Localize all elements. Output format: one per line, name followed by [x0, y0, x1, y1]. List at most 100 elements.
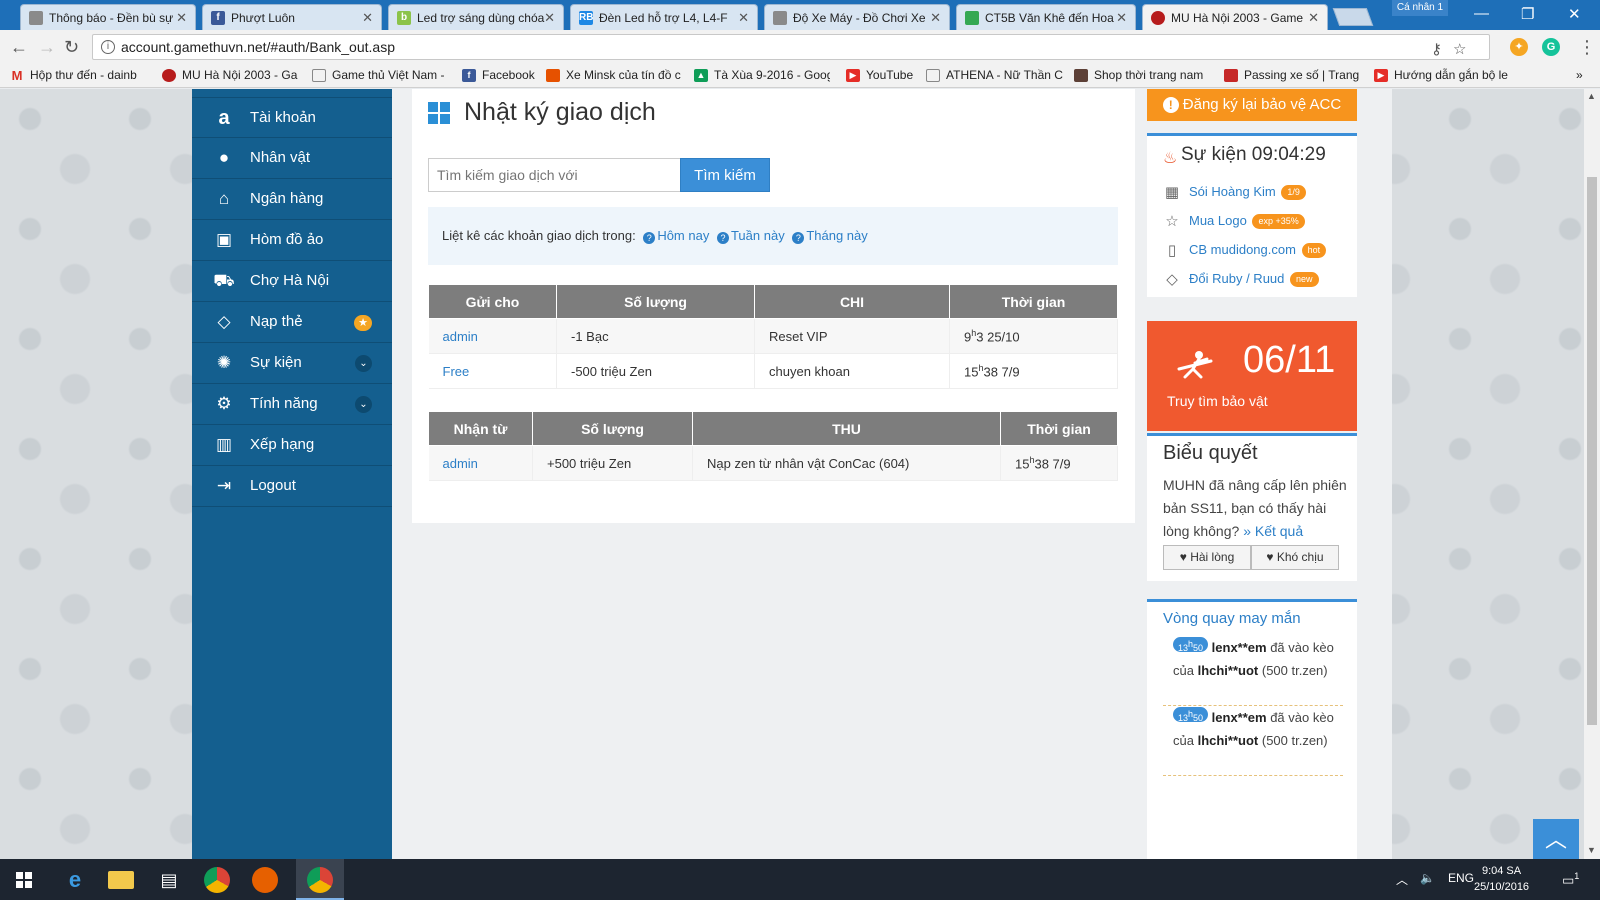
- scrollbar-thumb[interactable]: [1587, 177, 1597, 725]
- sidebar-item-xep-hang[interactable]: ▥ Xếp hạng: [192, 425, 392, 466]
- bookmark[interactable]: ▲ Tà Xùa 9-2016 - Goog: [694, 68, 830, 82]
- browser-tab-active[interactable]: MU Hà Nội 2003 - Game ✕: [1142, 4, 1328, 30]
- browser-tab[interactable]: Thông báo - Đền bù sự ✕: [20, 4, 196, 30]
- close-tab-icon[interactable]: ✕: [176, 10, 187, 26]
- search-input[interactable]: [428, 158, 680, 192]
- close-window-icon[interactable]: ✕: [1568, 5, 1581, 23]
- volume-icon[interactable]: 🔈: [1420, 871, 1435, 885]
- doc-icon: [29, 11, 43, 25]
- column-header: CHI: [754, 284, 950, 319]
- browser-tab[interactable]: CT5B Văn Khê đến Hoa ✕: [956, 4, 1136, 30]
- event-link[interactable]: ◇ Đổi Ruby / Ruud new: [1163, 271, 1319, 288]
- sender-link[interactable]: admin: [428, 445, 533, 481]
- recipient-link[interactable]: Free: [428, 353, 557, 389]
- bookmarks-overflow-icon[interactable]: »: [1576, 68, 1583, 82]
- doc-icon: [773, 11, 787, 25]
- sidebar-item-hom-do-ao[interactable]: ▣ Hòm đồ ảo: [192, 220, 392, 261]
- ninja-icon: [1177, 351, 1213, 379]
- forward-arrow-icon[interactable]: →: [38, 38, 56, 56]
- scroll-down-icon[interactable]: ▼: [1587, 845, 1596, 855]
- sidebar-item-nap-the[interactable]: ◇ Nạp thẻ ★: [192, 302, 392, 343]
- chrome-icon[interactable]: [204, 867, 230, 893]
- reload-icon[interactable]: ↻: [64, 38, 79, 56]
- poll-no-button[interactable]: ♥ Khó chịu: [1251, 545, 1339, 570]
- event-link[interactable]: ☆ Mua Logo exp +35%: [1163, 213, 1305, 230]
- menu-dots-icon[interactable]: ⋮: [1578, 38, 1596, 56]
- event-link[interactable]: ▦ Sói Hoàng Kim 1/9: [1163, 184, 1306, 201]
- column-header: THU: [692, 411, 1001, 446]
- chevron-down-icon[interactable]: ⌄: [355, 396, 372, 413]
- event-link[interactable]: ▯ CB mudidong.com hot: [1163, 242, 1327, 259]
- poll-question: MUHN đã nâng cấp lên phiên bản SS11, bạn…: [1163, 477, 1347, 539]
- sidebar-item-nhan-vat[interactable]: ● Nhân vật: [192, 138, 392, 179]
- profile-button[interactable]: Cá nhân 1: [1392, 0, 1448, 16]
- info-icon[interactable]: i: [101, 40, 115, 54]
- bookmark[interactable]: Passing xe số | Trang: [1224, 68, 1362, 82]
- grammarly-icon[interactable]: G: [1542, 38, 1560, 56]
- close-tab-icon[interactable]: ✕: [738, 10, 749, 26]
- bookmark[interactable]: ▶ Hướng dẫn gắn bộ le: [1374, 68, 1524, 82]
- sidebar-item-tinh-nang[interactable]: ⚙ Tính năng ⌄: [192, 384, 392, 425]
- poll-yes-button[interactable]: ♥ Hài lòng: [1163, 545, 1251, 570]
- passing-icon: [1224, 69, 1238, 82]
- bookmark[interactable]: Xe Minsk của tín đồ c: [546, 68, 682, 82]
- filter-box: Liệt kê các khoản giao dịch trong: ? Hôm …: [428, 207, 1118, 265]
- browser-tab[interactable]: Độ Xe Máy - Đồ Chơi Xe ✕: [764, 4, 950, 30]
- bank-icon: ⌂: [218, 189, 230, 208]
- scroll-to-top-button[interactable]: ︿: [1533, 819, 1579, 859]
- sidebar-item-ngan-hang[interactable]: ⌂ Ngân hàng: [192, 179, 392, 220]
- windows-start-icon[interactable]: [16, 872, 32, 888]
- close-tab-icon[interactable]: ✕: [544, 10, 555, 26]
- browser-tab[interactable]: b Led trợ sáng dùng chóa ✕: [388, 4, 564, 30]
- maps-icon: [965, 11, 979, 25]
- bookmark[interactable]: M Hộp thư đến - dainb: [10, 68, 150, 82]
- scroll-up-icon[interactable]: ▲: [1587, 91, 1596, 101]
- register-acc-protection-button[interactable]: ! Đăng ký lại bảo vệ ACC: [1147, 89, 1357, 121]
- sidebar-item-cho-ha-noi[interactable]: ⛟ Chợ Hà Nội: [192, 261, 392, 302]
- fire-icon: ♨: [1163, 150, 1178, 167]
- filter-month-link[interactable]: ? Tháng này: [792, 228, 868, 244]
- extension-icon[interactable]: ✦: [1510, 38, 1528, 56]
- bookmark[interactable]: MU Hà Nội 2003 - Ga: [162, 68, 298, 82]
- tray-chevron-up-icon[interactable]: ︿: [1396, 871, 1408, 888]
- close-tab-icon[interactable]: ✕: [1308, 10, 1319, 26]
- browser-tab[interactable]: RB Đèn Led hỗ trợ L4, L4-F ✕: [570, 4, 758, 30]
- address-bar[interactable]: i account.gamethuvn.net/#auth/Bank_out.a…: [92, 34, 1490, 60]
- search-button[interactable]: Tìm kiếm: [680, 158, 770, 192]
- bookmark[interactable]: Game thủ Việt Nam -: [312, 68, 448, 82]
- close-tab-icon[interactable]: ✕: [930, 10, 941, 26]
- key-icon[interactable]: ⚷: [1431, 38, 1442, 62]
- poll-results-link[interactable]: » Kết quả: [1243, 523, 1303, 539]
- sidebar-item-logout[interactable]: ⇥ Logout: [192, 466, 392, 507]
- recipient-link[interactable]: admin: [428, 318, 557, 354]
- minimize-icon[interactable]: —: [1474, 5, 1489, 22]
- bookmark-star-icon[interactable]: ☆: [1453, 38, 1466, 62]
- taskbar-clock[interactable]: 9:04 SA 25/10/2016: [1474, 863, 1529, 895]
- sidebar-item-tai-khoan[interactable]: a Tài khoản: [192, 97, 392, 138]
- new-tab-button[interactable]: [1332, 8, 1374, 26]
- filter-today-link[interactable]: ? Hôm nay: [643, 228, 709, 244]
- bookmark[interactable]: Shop thời trang nam: [1074, 68, 1214, 82]
- firefox-icon[interactable]: [252, 867, 278, 893]
- file-explorer-icon[interactable]: [108, 871, 134, 889]
- back-arrow-icon[interactable]: ←: [10, 38, 28, 56]
- page-scrollbar[interactable]: ▲ ▼: [1584, 89, 1600, 859]
- browser-tab[interactable]: f Phượt Luôn ✕: [202, 4, 382, 30]
- edge-icon[interactable]: e: [62, 867, 88, 893]
- treasure-hunt-card[interactable]: 06/11 Truy tìm bảo vật: [1147, 321, 1357, 431]
- close-tab-icon[interactable]: ✕: [1116, 10, 1127, 26]
- close-tab-icon[interactable]: ✕: [362, 10, 373, 26]
- bookmark[interactable]: f Facebook: [462, 68, 542, 82]
- event-badge: new: [1290, 272, 1319, 287]
- filter-week-link[interactable]: ? Tuần này: [716, 228, 785, 244]
- store-icon[interactable]: ▤: [156, 867, 182, 893]
- maximize-icon[interactable]: ❐: [1521, 5, 1534, 23]
- sidebar-item-su-kien[interactable]: ✺ Sự kiện ⌄: [192, 343, 392, 384]
- bookmark[interactable]: ATHENA - Nữ Thần C: [926, 68, 1066, 82]
- user-icon: ●: [218, 148, 230, 167]
- taskbar-active-app[interactable]: [296, 859, 344, 900]
- chevron-down-icon[interactable]: ⌄: [355, 355, 372, 372]
- language-indicator[interactable]: ENG: [1448, 871, 1474, 885]
- bookmark[interactable]: ▶ YouTube: [846, 68, 926, 82]
- notification-icon[interactable]: ▭1: [1562, 871, 1579, 888]
